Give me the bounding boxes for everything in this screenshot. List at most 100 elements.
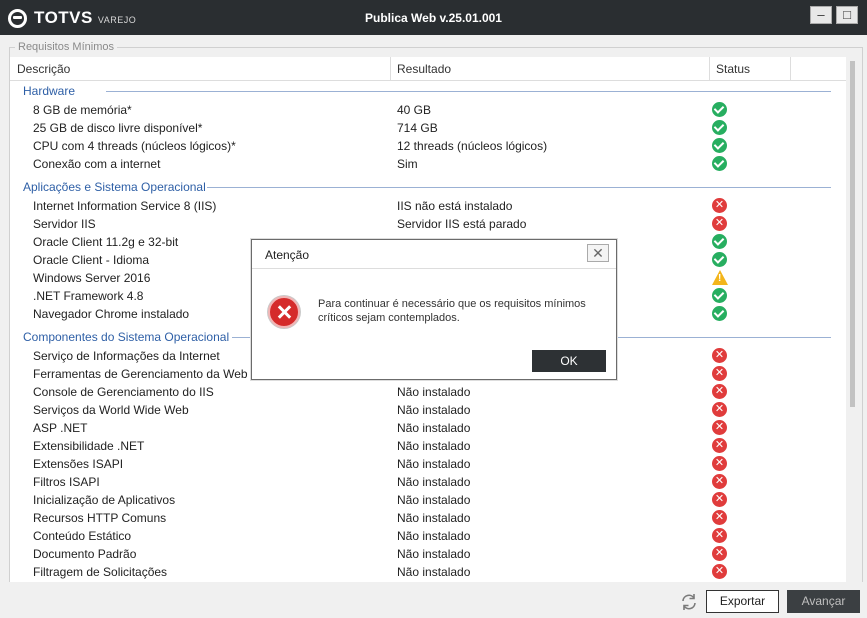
scrollbar-thumb[interactable] — [850, 61, 855, 407]
group-heading-applications: Aplicações e Sistema Operacional — [23, 180, 206, 194]
dialog-title: Atenção — [265, 248, 310, 262]
table-row[interactable]: Conteúdo Estático Não instalado ✕ — [10, 527, 846, 545]
refresh-icon[interactable] — [680, 593, 698, 611]
status-ok-icon — [712, 102, 727, 117]
status-error-icon: ✕ — [712, 528, 727, 543]
row-result: 40 GB — [397, 103, 432, 117]
minimize-button[interactable]: – — [810, 6, 832, 24]
status-error-icon: ✕ — [712, 474, 727, 489]
group-heading-os-components: Componentes do Sistema Operacional — [23, 330, 230, 344]
table-row[interactable]: Filtragem de Solicitações Não instalado ✕ — [10, 563, 846, 581]
column-divider[interactable] — [709, 57, 710, 81]
column-divider[interactable] — [390, 57, 391, 81]
status-ok-icon — [712, 156, 727, 171]
row-result: Não instalado — [397, 457, 471, 471]
status-error-icon: ✕ — [712, 216, 727, 231]
status-ok-icon — [712, 234, 727, 249]
row-description: CPU com 4 threads (núcleos lógicos)* — [33, 139, 236, 153]
row-result: Não instalado — [397, 439, 471, 453]
row-result: Não instalado — [397, 403, 471, 417]
row-description: Windows Server 2016 — [33, 271, 151, 285]
table-row[interactable]: Recursos HTTP Comuns Não instalado ✕ — [10, 509, 846, 527]
row-description: Oracle Client - Idioma — [33, 253, 150, 267]
row-description: .NET Framework 4.8 — [33, 289, 144, 303]
status-ok-icon — [712, 252, 727, 267]
error-icon — [268, 296, 300, 328]
ok-button[interactable]: OK — [532, 350, 606, 372]
table-row[interactable]: Internet Information Service 8 (IIS) IIS … — [10, 197, 846, 215]
table-row[interactable]: ASP .NET Não instalado ✕ — [10, 419, 846, 437]
table-row[interactable]: 25 GB de disco livre disponível* 714 GB — [10, 119, 846, 137]
row-result: IIS não está instalado — [397, 199, 513, 213]
row-result: 12 threads (núcleos lógicos) — [397, 139, 548, 153]
row-result: Não instalado — [397, 547, 471, 561]
row-result: Não instalado — [397, 529, 471, 543]
status-warning-icon: ! — [712, 270, 728, 285]
row-description: Conexão com a internet — [33, 157, 161, 171]
column-header-description[interactable]: Descrição — [17, 62, 70, 76]
group-heading-hardware: Hardware — [23, 84, 76, 98]
table-row[interactable]: 8 GB de memória* 40 GB — [10, 101, 846, 119]
row-result: Não instalado — [397, 493, 471, 507]
table-row[interactable]: Documento Padrão Não instalado ✕ — [10, 545, 846, 563]
row-description: Servidor IIS — [33, 217, 96, 231]
row-description: 8 GB de memória* — [33, 103, 132, 117]
status-ok-icon — [712, 120, 727, 135]
row-result: Não instalado — [397, 565, 471, 579]
groupbox-title: Requisitos Mínimos — [15, 41, 117, 53]
row-result: Não instalado — [397, 385, 471, 399]
row-description: Serviços da World Wide Web — [33, 403, 189, 417]
table-row[interactable]: Extensibilidade .NET Não instalado ✕ — [10, 437, 846, 455]
status-error-icon: ✕ — [712, 348, 727, 363]
row-result: 714 GB — [397, 121, 438, 135]
column-divider[interactable] — [790, 57, 791, 81]
row-description: Internet Information Service 8 (IIS) — [33, 199, 217, 213]
group-divider — [106, 91, 831, 92]
row-description: Ferramentas de Gerenciamento da Web — [33, 367, 248, 381]
dialog-close-button[interactable]: ✕ — [587, 244, 609, 262]
table-row[interactable]: Conexão com a internet Sim — [10, 155, 846, 173]
table-row[interactable]: Filtros ISAPI Não instalado ✕ — [10, 473, 846, 491]
row-description: Serviço de Informações da Internet — [33, 349, 220, 363]
row-description: Inicialização de Aplicativos — [33, 493, 176, 507]
dialog-message: Para continuar é necessário que os requi… — [318, 298, 586, 324]
row-description: Documento Padrão — [33, 547, 137, 561]
table-row[interactable]: Inicialização de Aplicativos Não instalad… — [10, 491, 846, 509]
status-error-icon: ✕ — [712, 492, 727, 507]
row-description: Conteúdo Estático — [33, 529, 132, 543]
status-ok-icon — [712, 306, 727, 321]
row-description: Navegador Chrome instalado — [33, 307, 190, 321]
status-ok-icon — [712, 288, 727, 303]
table-row[interactable]: Console de Gerenciamento do IIS Não insta… — [10, 383, 846, 401]
status-error-icon: ✕ — [712, 546, 727, 561]
table-row[interactable]: Serviços da World Wide Web Não instalado ✕ — [10, 401, 846, 419]
row-description: Extensibilidade .NET — [33, 439, 145, 453]
row-result: Sim — [397, 157, 418, 171]
table-row[interactable]: Servidor IIS Servidor IIS está parado ✕ — [10, 215, 846, 233]
alert-dialog: Atenção ✕ Para continuar é necessário qu… — [251, 239, 617, 380]
status-error-icon: ✕ — [712, 456, 727, 471]
row-description: Oracle Client 11.2g e 32-bit — [33, 235, 179, 249]
export-button[interactable]: Exportar — [706, 590, 779, 613]
next-button[interactable]: Avançar — [787, 590, 860, 613]
row-result: Não instalado — [397, 421, 471, 435]
status-error-icon: ✕ — [712, 510, 727, 525]
status-ok-icon — [712, 138, 727, 153]
dialog-divider — [252, 268, 616, 269]
status-error-icon: ✕ — [712, 438, 727, 453]
table-row[interactable]: CPU com 4 threads (núcleos lógicos)* 12 t… — [10, 137, 846, 155]
row-description: Recursos HTTP Comuns — [33, 511, 167, 525]
status-error-icon: ✕ — [712, 402, 727, 417]
table-row[interactable]: Extensões ISAPI Não instalado ✕ — [10, 455, 846, 473]
status-error-icon: ✕ — [712, 384, 727, 399]
status-error-icon: ✕ — [712, 420, 727, 435]
status-error-icon: ✕ — [712, 198, 727, 213]
title-bar: TOTVS VAREJO Publica Web v.25.01.001 – □ — [0, 0, 867, 35]
row-description: ASP .NET — [33, 421, 88, 435]
maximize-button[interactable]: □ — [836, 6, 858, 24]
column-header-result[interactable]: Resultado — [397, 62, 451, 76]
column-header-status[interactable]: Status — [716, 62, 750, 76]
status-error-icon: ✕ — [712, 366, 727, 381]
group-divider — [207, 187, 831, 188]
vertical-scrollbar[interactable] — [846, 57, 862, 582]
